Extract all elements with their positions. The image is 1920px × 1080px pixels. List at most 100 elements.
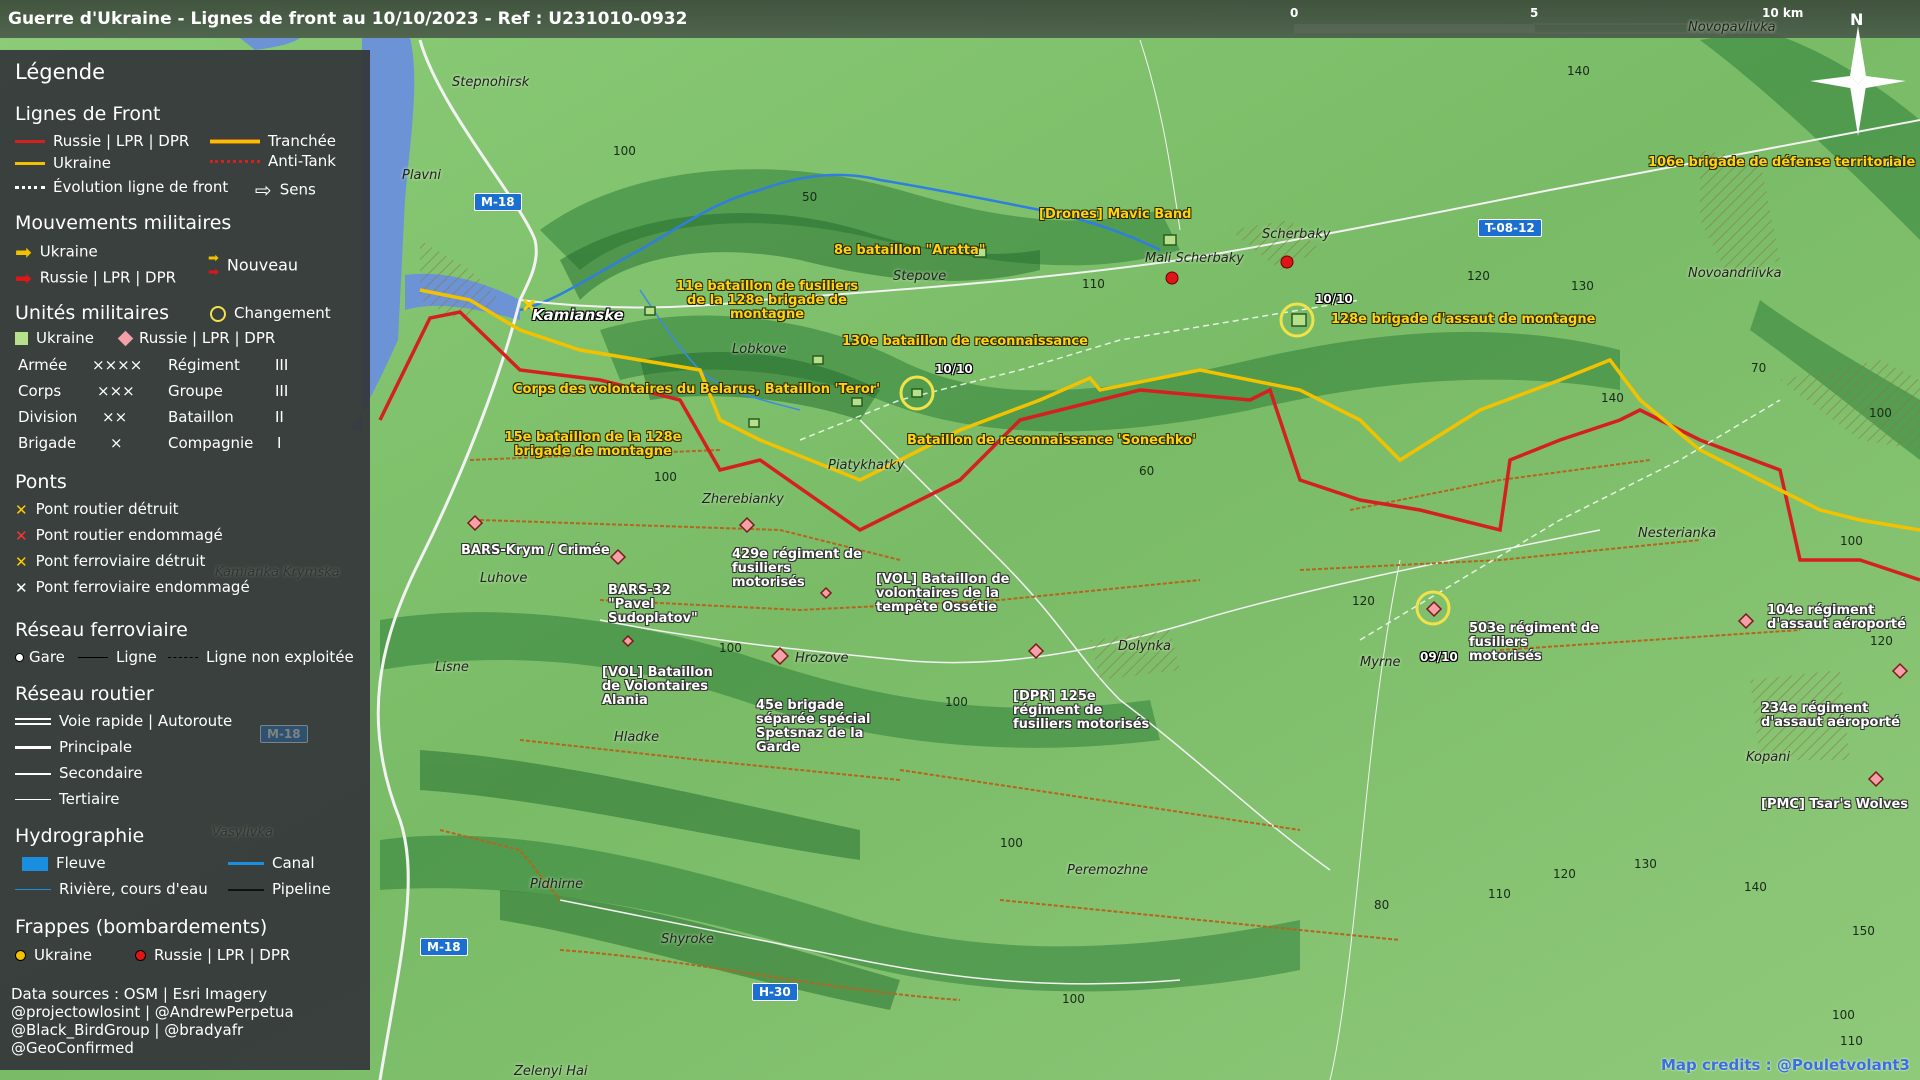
legend-strikes-heading: Frappes (bombardements) <box>15 916 268 938</box>
russia-unit-label[interactable]: BARS-32 "Pavel Sudoplatov" <box>608 584 718 626</box>
town-label: Novoandriivka <box>1688 266 1782 281</box>
elevation-label: 100 <box>945 695 968 709</box>
town-label: Kopani <box>1746 750 1791 765</box>
elevation-label: 100 <box>1000 836 1023 850</box>
ukraine-unit-label[interactable]: [Drones] Mavic Band <box>1039 208 1191 222</box>
elevation-label: 100 <box>1840 534 1863 548</box>
town-label: Peremozhne <box>1067 863 1149 878</box>
echelon-division-symbol: ×× <box>102 408 128 426</box>
echelon-battalion: Bataillon <box>168 408 234 426</box>
elevation-label: 70 <box>1751 361 1767 375</box>
road-shield: M-18 <box>474 193 522 211</box>
echelon-brigade: Brigade <box>18 434 77 452</box>
town-label: Zherebianky <box>702 492 784 507</box>
legend-roads-heading: Réseau routier <box>15 683 154 705</box>
russia-unit-label[interactable]: 104e régiment d'assaut aéroporté <box>1767 604 1917 632</box>
echelon-company: Compagnie <box>168 434 254 452</box>
legend-rail-line: Ligne <box>78 648 157 666</box>
elevation-label: 60 <box>1139 464 1155 478</box>
scale-label-5: 5 <box>1530 6 1539 20</box>
elevation-label: 100 <box>1062 992 1085 1006</box>
legend-secondary-road: Secondaire <box>15 764 143 782</box>
elevation-label: 100 <box>1869 406 1892 420</box>
russia-unit-label[interactable]: 429e régiment de fusiliers motorisés <box>732 548 862 590</box>
x-icon: ✕ <box>15 526 28 545</box>
elevation-label: 140 <box>1567 64 1590 78</box>
echelon-brigade-symbol: × <box>110 434 123 452</box>
legend-hydro-heading: Hydrographie <box>15 825 145 847</box>
russia-unit-label[interactable]: 45e brigade séparée spécial Spetsnaz de … <box>756 699 904 755</box>
legend-rail-bridge-damaged: ✕ Pont ferroviaire endommagé <box>15 578 250 597</box>
russia-unit-label[interactable]: [VOL] Bataillon de Volontaires Alania <box>602 666 732 708</box>
elevation-label: 110 <box>1488 887 1511 901</box>
credit-line: @projectowlosint | @AndrewPerpetua <box>11 1003 294 1021</box>
elevation-label: 120 <box>1467 269 1490 283</box>
ukraine-unit-label[interactable]: 15e bataillon de la 128e brigade de mont… <box>482 431 704 459</box>
elevation-label: 120 <box>1870 634 1893 648</box>
elevation-label: 100 <box>1832 1008 1855 1022</box>
ukraine-unit-label[interactable]: 106e brigade de défense territoriale <box>1648 156 1915 170</box>
legend-stream: Rivière, cours d'eau <box>15 880 208 898</box>
legend-russia-move: ➡ Russie | LPR | DPR <box>15 266 177 290</box>
town-label: Myrne <box>1360 655 1401 670</box>
ukraine-unit-label[interactable]: 130e bataillon de reconnaissance <box>842 335 1088 349</box>
legend-trench: Tranchée <box>210 132 336 150</box>
elevation-label: 140 <box>1744 880 1767 894</box>
elevation-label: 100 <box>719 641 742 655</box>
elevation-label: 110 <box>1840 1034 1863 1048</box>
town-label: Dolynka <box>1118 639 1172 654</box>
elevation-label: 140 <box>1601 391 1624 405</box>
town-label: Zelenyi Hai <box>514 1064 588 1079</box>
ukraine-unit-label[interactable]: Bataillon de reconnaissance 'Sonechko' <box>907 434 1196 448</box>
town-label: Hrozove <box>795 651 849 666</box>
change-date-label: 10/10 <box>1315 292 1353 306</box>
elevation-label: 80 <box>1374 898 1390 912</box>
town-label: Stepnohirsk <box>452 75 530 90</box>
legend-antitank: Anti-Tank <box>210 152 336 170</box>
town-label: Vasylivka <box>212 825 273 840</box>
map-credit: Map credits : @Pouletvolant3 <box>1661 1056 1910 1074</box>
legend-evolution-line: Évolution ligne de front <box>15 178 228 196</box>
legend-rail-unused: Ligne non exploitée <box>168 648 354 666</box>
legend-direction: ⇨ Sens <box>255 178 316 202</box>
credit-line: Data sources : OSM | Esri Imagery <box>11 985 268 1003</box>
legend-road-bridge-damaged: ✕ Pont routier endommagé <box>15 526 223 545</box>
town-label: Piatykhatky <box>828 458 905 473</box>
legend-russia-unit: Russie | LPR | DPR <box>117 329 275 347</box>
road-shield: M-18 <box>420 938 468 956</box>
legend-pipeline: Pipeline <box>228 880 331 898</box>
elevation-label: 130 <box>1571 279 1594 293</box>
elevation-label: 110 <box>1082 277 1105 291</box>
russia-unit-label[interactable]: [VOL] Bataillon de volontaires de la tem… <box>876 573 1041 615</box>
ukraine-unit-label[interactable]: 11e bataillon de fusiliers de la 128e br… <box>672 280 862 322</box>
scale-label-0: 0 <box>1290 6 1299 20</box>
town-label: Novopavlivka <box>1688 20 1776 35</box>
legend-rail-heading: Réseau ferroviaire <box>15 619 188 641</box>
echelon-battalion-symbol: II <box>275 408 284 426</box>
credit-line: @Black_BirdGroup | @bradyafr <box>11 1021 244 1039</box>
ukraine-unit-label[interactable]: Corps des volontaires du Belarus, Batail… <box>513 383 880 397</box>
russia-unit-label[interactable]: [DPR] 125e régiment de fusiliers motoris… <box>1013 690 1163 732</box>
legend-main-road: Principale <box>15 738 132 756</box>
ukraine-unit-label[interactable]: 8e bataillon "Aratta" <box>834 244 986 258</box>
town-label: Scherbaky <box>1262 227 1331 242</box>
legend-units-heading: Unités militaires <box>15 302 170 324</box>
legend-russia-line: Russie | LPR | DPR <box>15 132 189 150</box>
russia-unit-label[interactable]: BARS-Krym / Crimée <box>461 544 610 558</box>
russia-unit-label[interactable]: 234e régiment d'assaut aéroporté <box>1761 702 1911 730</box>
russia-unit-label[interactable]: [PMC] Tsar's Wolves <box>1761 798 1908 812</box>
echelon-regiment: Régiment <box>168 356 240 374</box>
legend-rail-bridge-destroyed: ✕ Pont ferroviaire détruit <box>15 552 206 571</box>
russia-unit-label[interactable]: 503e régiment de fusiliers motorisés <box>1469 622 1599 664</box>
legend-strike-russia: Russie | LPR | DPR <box>135 946 290 964</box>
legend-road-bridge-destroyed: ✕ Pont routier détruit <box>15 500 179 519</box>
scale-label-10: 10 km <box>1762 6 1804 20</box>
legend-strike-ukraine: Ukraine <box>15 946 92 964</box>
legend-ukraine-unit: Ukraine <box>15 329 94 347</box>
road-shield: M-18 <box>260 725 308 743</box>
town-label: Nesterianka <box>1638 526 1717 541</box>
elevation-label: 150 <box>1852 924 1875 938</box>
echelon-company-symbol: I <box>277 434 282 452</box>
legend-canal: Canal <box>228 854 315 872</box>
ukraine-unit-label[interactable]: 128e brigade d'assaut de montagne <box>1331 313 1595 327</box>
